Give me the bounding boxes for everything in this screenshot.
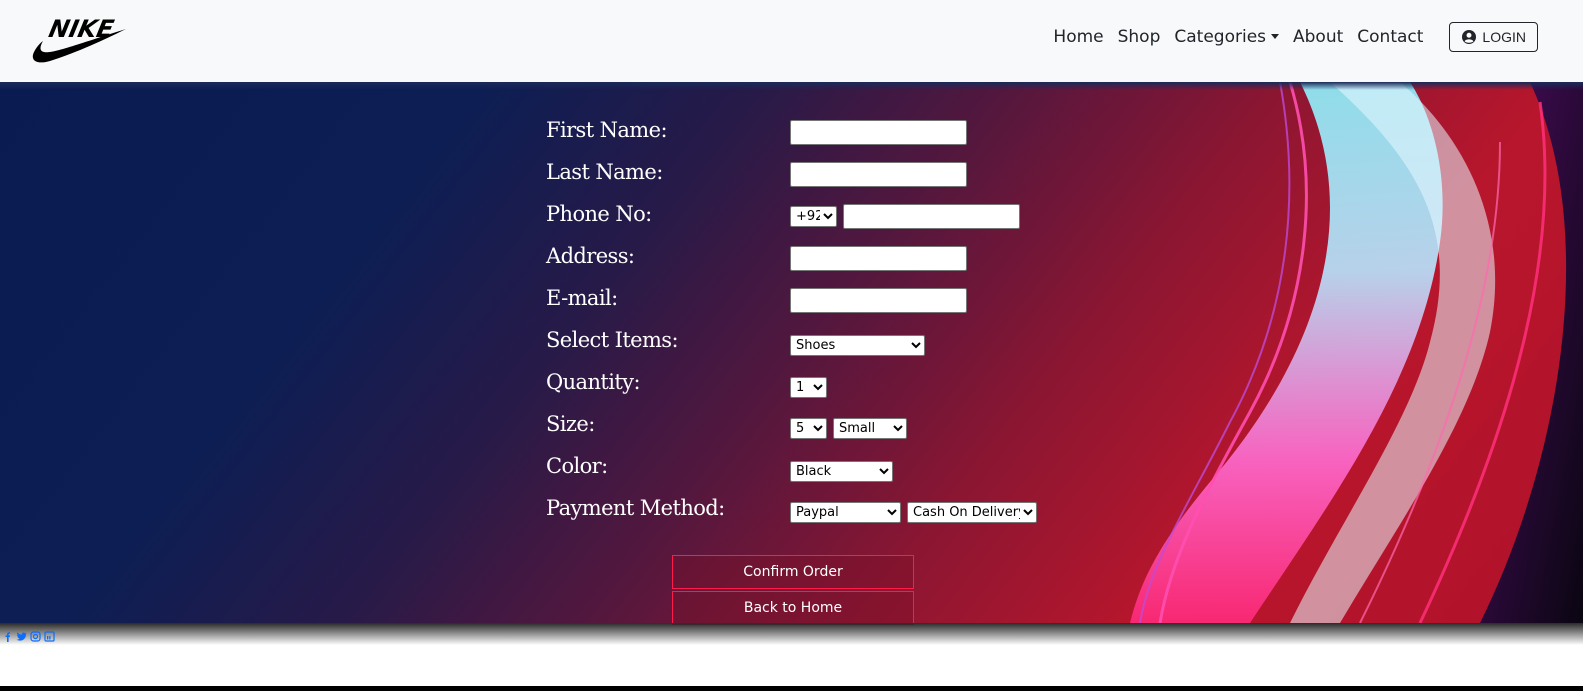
last-name-input[interactable] [790, 162, 967, 187]
size-fit-select[interactable]: Small [833, 418, 907, 439]
first-name-input[interactable] [790, 120, 967, 145]
size-label: Size: [546, 412, 595, 436]
quantity-select[interactable]: 1 [790, 377, 827, 398]
svg-text:NIKE: NIKE [46, 14, 116, 43]
email-input[interactable] [790, 288, 967, 313]
email-label: E-mail: [546, 286, 618, 310]
bottom-bar [0, 686, 1583, 691]
hero-top-shade [0, 82, 1583, 90]
phone-label: Phone No: [546, 202, 652, 226]
color-label: Color: [546, 454, 608, 478]
nav-contact[interactable]: Contact [1357, 27, 1423, 47]
facebook-icon[interactable] [2, 627, 13, 642]
items-select[interactable]: Shoes [790, 335, 925, 356]
size-number-select[interactable]: 5 [790, 418, 827, 439]
color-select[interactable]: Black [790, 461, 893, 482]
first-name-label: First Name: [546, 118, 668, 142]
login-button[interactable]: LOGIN [1449, 22, 1538, 52]
nav-categories-dropdown[interactable]: Categories [1174, 27, 1279, 47]
payment-label: Payment Method: [546, 496, 725, 520]
navbar: NIKE Home Shop Categories About Contact … [0, 0, 1583, 82]
user-circle-icon [1462, 30, 1477, 44]
nav-links: Home Shop Categories About Contact LOGIN [1053, 0, 1583, 74]
last-name-label: Last Name: [546, 160, 663, 184]
payment-option-select[interactable]: Cash On Delivery [907, 502, 1037, 523]
address-label: Address: [546, 244, 635, 268]
nav-home[interactable]: Home [1053, 27, 1103, 47]
phone-code-select[interactable]: +92 [790, 206, 837, 227]
payment-method-select[interactable]: Paypal [790, 502, 901, 523]
nav-shop[interactable]: Shop [1118, 27, 1161, 47]
confirm-order-button[interactable]: Confirm Order [672, 555, 914, 589]
social-icons [2, 627, 55, 642]
nike-logo[interactable]: NIKE [30, 12, 128, 64]
linkedin-icon[interactable] [44, 627, 55, 642]
login-label: LOGIN [1482, 29, 1526, 45]
nav-about[interactable]: About [1293, 27, 1343, 47]
back-to-home-button[interactable]: Back to Home [672, 591, 914, 625]
phone-input[interactable] [843, 204, 1020, 229]
footer-shadow [0, 623, 1583, 645]
items-label: Select Items: [546, 328, 679, 352]
instagram-icon[interactable] [30, 627, 41, 642]
twitter-icon[interactable] [16, 627, 27, 641]
quantity-label: Quantity: [546, 370, 641, 394]
address-input[interactable] [790, 246, 967, 271]
